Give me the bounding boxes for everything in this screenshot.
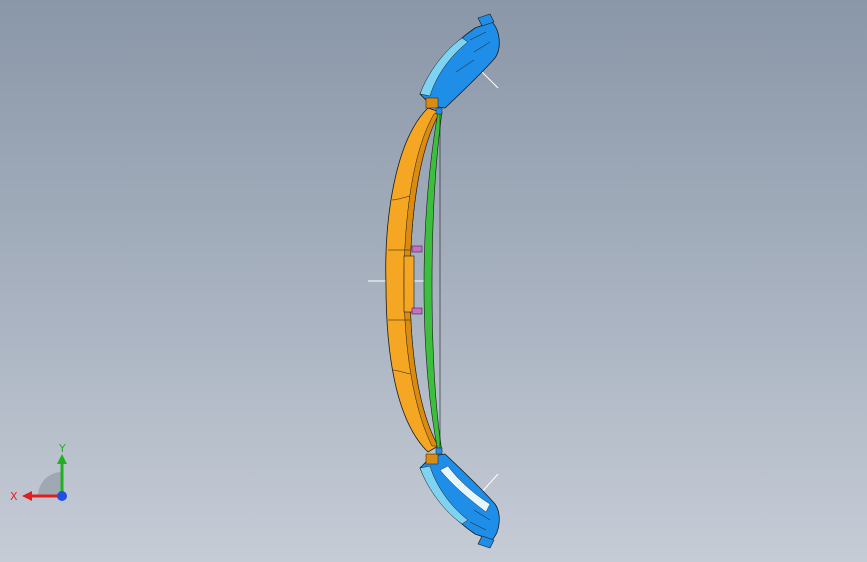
x-axis-label: X xyxy=(10,490,18,503)
y-axis-label: Y xyxy=(58,442,66,455)
view-triad[interactable]: Y X xyxy=(10,440,80,510)
graphics-viewport[interactable]: Y X xyxy=(0,0,867,562)
end-cap-top[interactable] xyxy=(419,21,500,109)
clip-upper[interactable] xyxy=(411,245,423,253)
center-bracket[interactable] xyxy=(403,255,415,313)
end-cap-top-joint-small xyxy=(435,107,443,115)
end-cap-top-joint xyxy=(425,97,439,109)
end-cap-bottom[interactable] xyxy=(419,453,500,541)
end-cap-bottom-joint xyxy=(425,453,439,465)
clip-lower[interactable] xyxy=(411,307,423,315)
z-axis xyxy=(57,491,67,501)
y-axis-arrow xyxy=(57,454,67,464)
end-cap-bottom-joint-small xyxy=(435,447,443,455)
cad-model[interactable] xyxy=(0,0,867,562)
inner-rib[interactable] xyxy=(423,111,443,453)
x-axis-arrow xyxy=(22,491,32,501)
triad-quadrant xyxy=(38,472,62,496)
